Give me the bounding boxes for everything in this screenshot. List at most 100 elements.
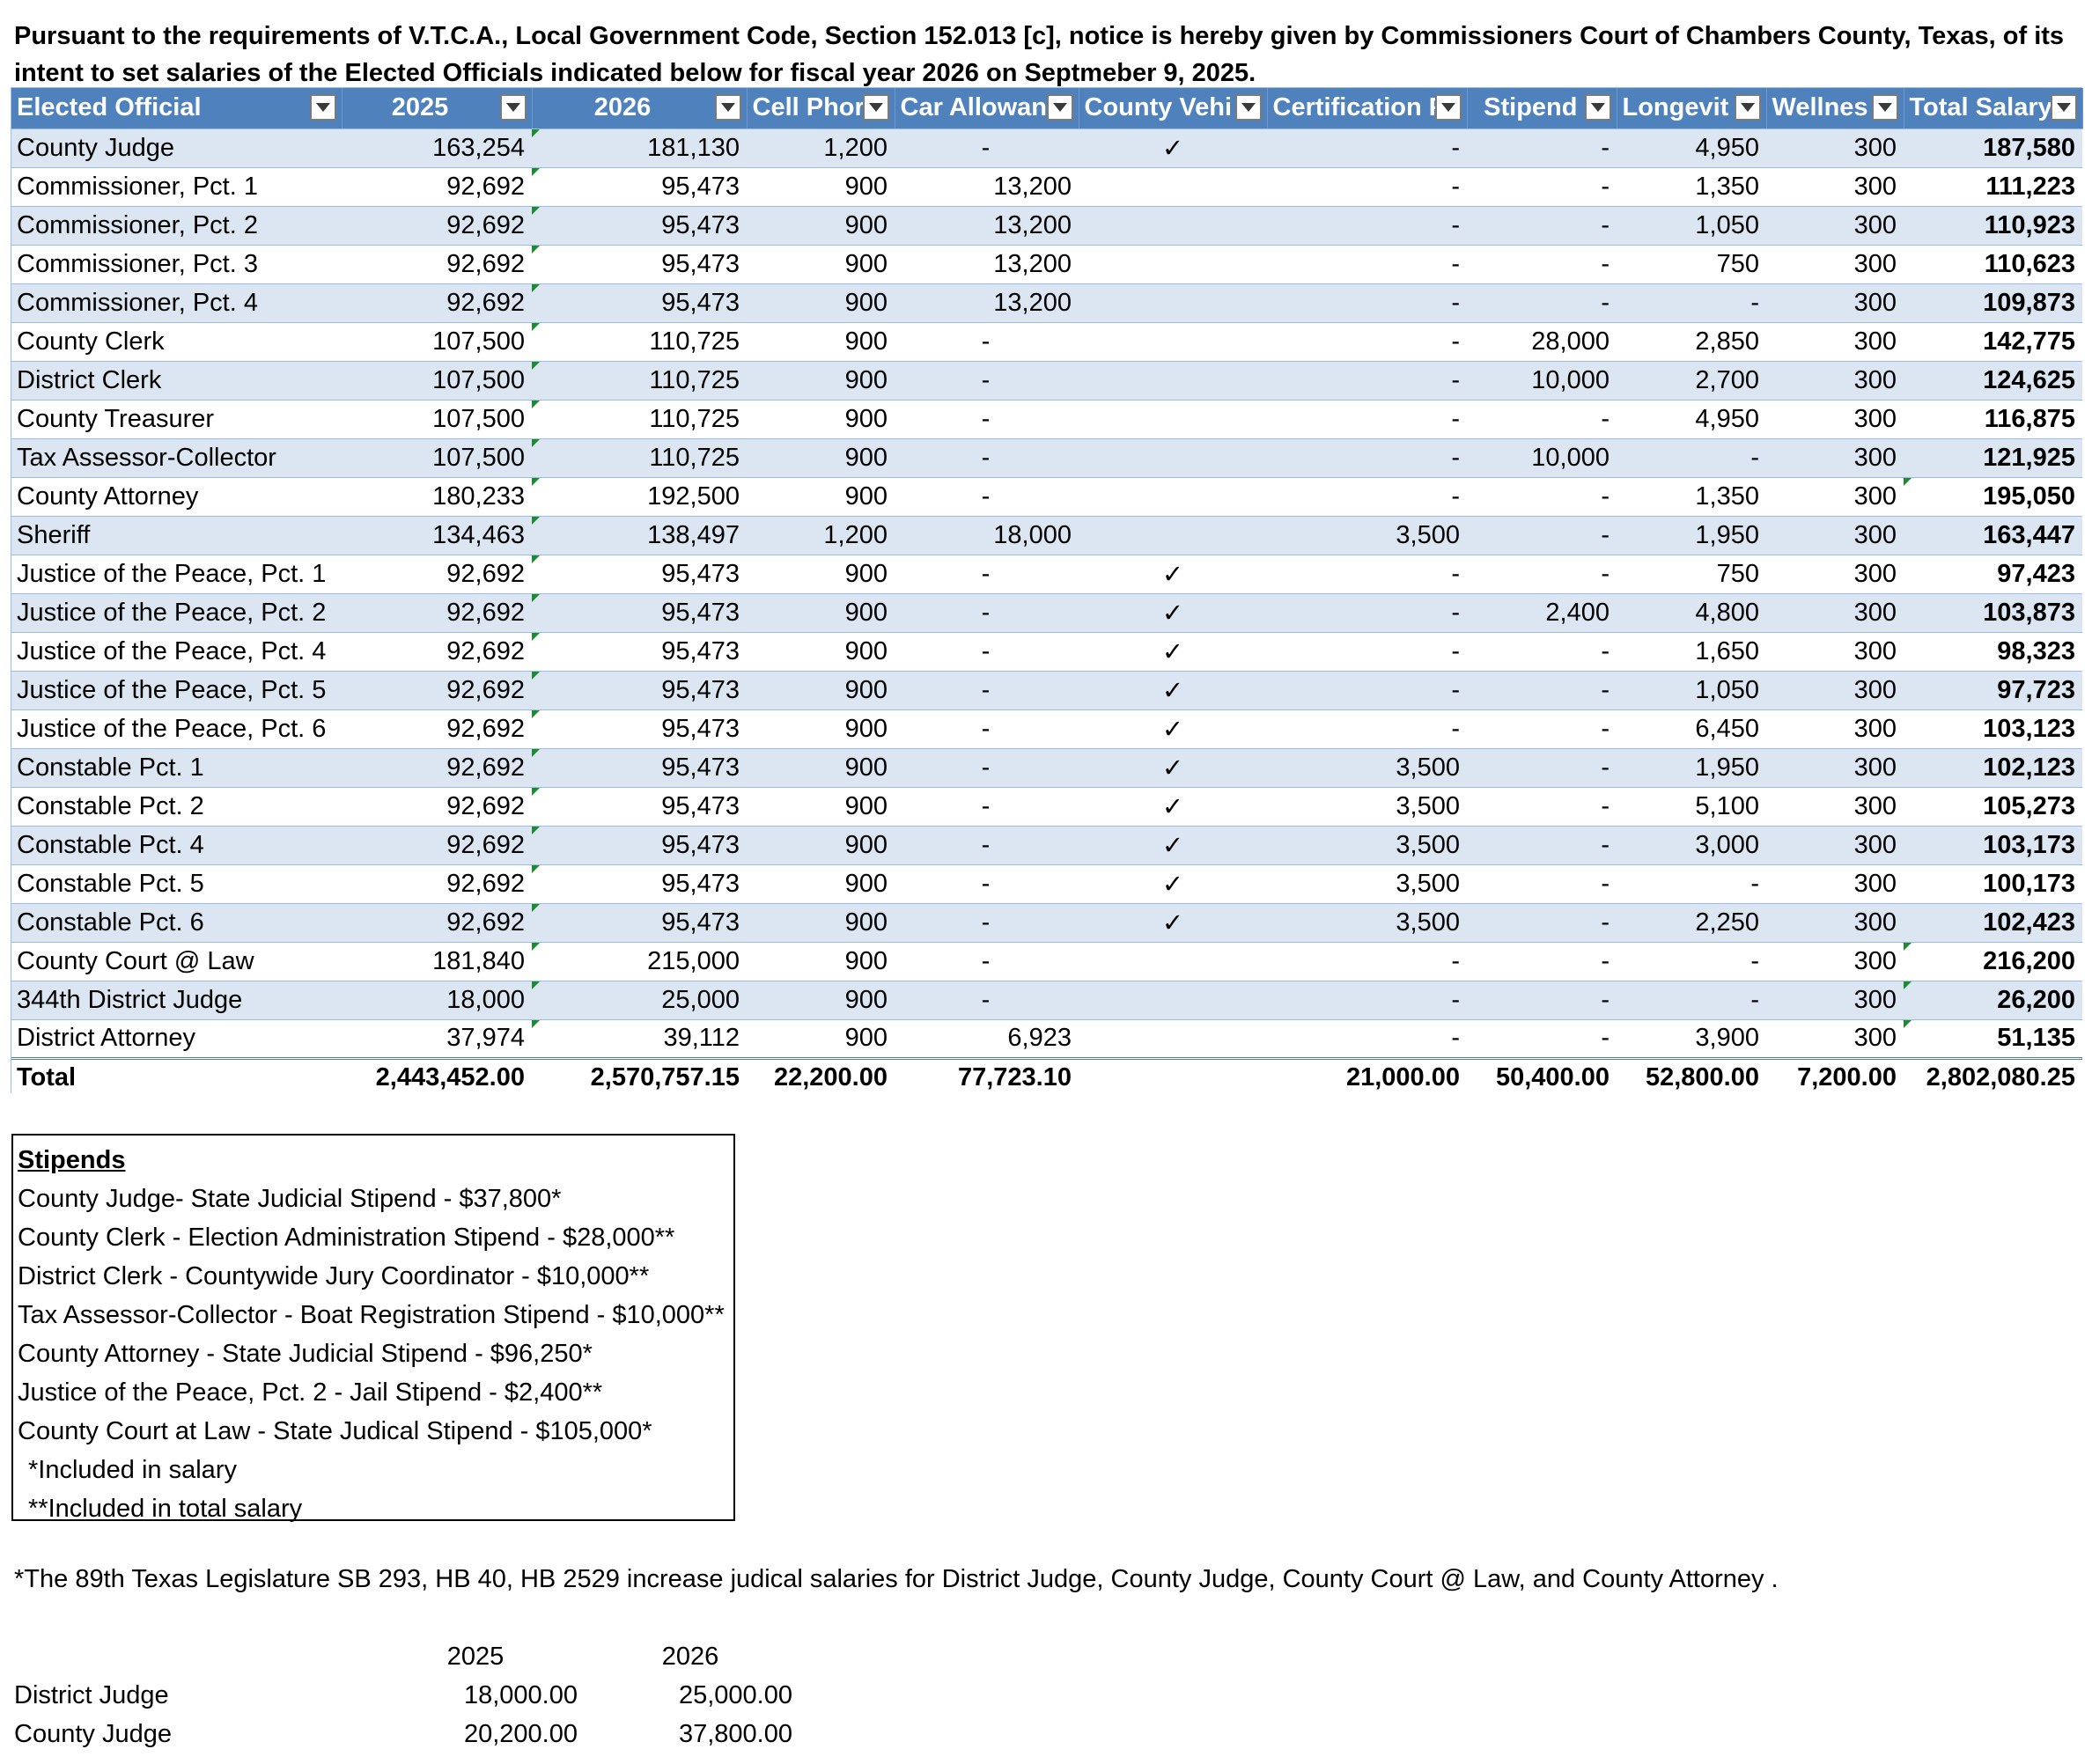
cell-total-salary: 97,723 bbox=[1904, 671, 2082, 710]
table-row: County Clerk 107,500 110,725 900- -28,000 2,8… bbox=[11, 322, 2082, 362]
cell-wellness: 300 bbox=[1766, 787, 1904, 827]
stipends-box: Stipends County Judge- State Judicial St… bbox=[11, 1134, 735, 1523]
cell-certification-pay: - bbox=[1267, 981, 1467, 1020]
header-label: Longevit bbox=[1622, 93, 1729, 122]
cell-cell-phone: 1,200 bbox=[747, 129, 895, 168]
legislature-footnote: *The 89th Texas Legislature SB 293, HB 4… bbox=[14, 1565, 1779, 1593]
table-row: Constable Pct. 5 92,692 95,473 900- ✓ 3,500- -… bbox=[11, 864, 2082, 904]
filter-dropdown-button[interactable] bbox=[2050, 94, 2077, 121]
cell-stipend: - bbox=[1467, 283, 1617, 323]
header-label: Stipend bbox=[1484, 93, 1578, 122]
stipend-item: County Court at Law - State Judical Stip… bbox=[18, 1417, 652, 1445]
cell-certification-pay: - bbox=[1267, 477, 1467, 517]
cell-stipend: - bbox=[1467, 555, 1617, 594]
filter-dropdown-button[interactable] bbox=[1871, 94, 1898, 121]
cell-2025: 107,500 bbox=[342, 438, 532, 478]
cell-stipend: - bbox=[1467, 787, 1617, 827]
cell-stipend: - bbox=[1467, 864, 1617, 904]
cell-total-salary: 51,135 bbox=[1904, 1019, 2082, 1059]
header-wellness: Wellnes bbox=[1766, 88, 1904, 129]
cell-county-vehicle bbox=[1079, 206, 1267, 246]
cell-elected-official: Justice of the Peace, Pct. 6 bbox=[11, 709, 342, 749]
cell-wellness: 300 bbox=[1766, 555, 1904, 594]
header-label: Certification Pa bbox=[1272, 93, 1461, 122]
filter-dropdown-button[interactable] bbox=[1234, 94, 1262, 121]
judicial-value: 20,200.00 bbox=[463, 1719, 578, 1748]
cell-cell-phone: 900 bbox=[747, 942, 895, 981]
cell-certification-pay: - bbox=[1267, 283, 1467, 323]
cell-2026: 95,473 bbox=[532, 671, 747, 710]
cell-wellness: 300 bbox=[1766, 981, 1904, 1020]
dropdown-arrow-icon bbox=[868, 103, 883, 112]
cell-county-vehicle bbox=[1079, 438, 1267, 478]
table-header-row: Elected Official 2025 2026 Cell Phor Car All… bbox=[11, 88, 2083, 129]
cell-county-vehicle bbox=[1079, 981, 1267, 1020]
cell-2026: 110,725 bbox=[532, 322, 747, 362]
cell-total-salary: 103,873 bbox=[1904, 593, 2082, 633]
cell-2026: 25,000 bbox=[532, 981, 747, 1020]
cell-county-vehicle bbox=[1079, 477, 1267, 517]
header-stipend: Stipend bbox=[1467, 88, 1617, 129]
cell-2025: 92,692 bbox=[342, 245, 532, 284]
cell-cell-phone: 900 bbox=[747, 206, 895, 246]
cell-total-salary: 26,200 bbox=[1904, 981, 2082, 1020]
cell-elected-official: Commissioner, Pct. 3 bbox=[11, 245, 342, 284]
header-label: Total Salary bbox=[1909, 93, 2052, 122]
cell-county-vehicle bbox=[1079, 942, 1267, 981]
stipend-item: Justice of the Peace, Pct. 2 - Jail Stip… bbox=[18, 1378, 603, 1407]
cell-county-vehicle bbox=[1079, 516, 1267, 555]
table-row: Commissioner, Pct. 2 92,692 95,473 900 13,20… bbox=[11, 206, 2082, 246]
cell-2025: 92,692 bbox=[342, 555, 532, 594]
cell-elected-official: Constable Pct. 4 bbox=[11, 826, 342, 865]
table-row: County Treasurer 107,500 110,725 900- - -4,95… bbox=[11, 400, 2082, 439]
cell-county-vehicle bbox=[1079, 400, 1267, 439]
cell-wellness: 300 bbox=[1766, 709, 1904, 749]
cell-elected-official: Justice of the Peace, Pct. 2 bbox=[11, 593, 342, 633]
filter-dropdown-button[interactable] bbox=[714, 94, 741, 121]
header-2025: 2025 bbox=[342, 88, 533, 129]
filter-dropdown-button[interactable] bbox=[499, 94, 527, 121]
cell-elected-official: Constable Pct. 1 bbox=[11, 748, 342, 788]
cell-2025: 92,692 bbox=[342, 826, 532, 865]
cell-2025: 107,500 bbox=[342, 361, 532, 401]
cell-stipend: - bbox=[1467, 671, 1617, 710]
cell-stipend: 2,400 bbox=[1467, 593, 1617, 633]
cell-total-salary: 97,423 bbox=[1904, 555, 2082, 594]
cell-total-salary: 124,625 bbox=[1904, 361, 2082, 401]
cell-2026: 39,112 bbox=[532, 1019, 747, 1059]
cell-certification-pay: - bbox=[1267, 206, 1467, 246]
stipend-item: County Judge- State Judicial Stipend - $… bbox=[18, 1185, 562, 1213]
total-elected-official: Total bbox=[11, 1056, 342, 1097]
cell-2026: 95,473 bbox=[532, 864, 747, 904]
cell-2025: 180,233 bbox=[342, 477, 532, 517]
filter-dropdown-button[interactable] bbox=[862, 94, 889, 121]
header-label: 2026 bbox=[593, 93, 652, 122]
filter-dropdown-button[interactable] bbox=[1734, 94, 1761, 121]
cell-wellness: 300 bbox=[1766, 438, 1904, 478]
cell-county-vehicle: ✓ bbox=[1079, 748, 1267, 788]
cell-2026: 110,725 bbox=[532, 438, 747, 478]
cell-cell-phone: 900 bbox=[747, 981, 895, 1020]
filter-dropdown-button[interactable] bbox=[1434, 94, 1462, 121]
cell-cell-phone: 900 bbox=[747, 167, 895, 207]
cell-certification-pay: 3,500 bbox=[1267, 748, 1467, 788]
dropdown-arrow-icon bbox=[1440, 103, 1455, 112]
cell-longevity: 1,050 bbox=[1617, 206, 1766, 246]
cell-wellness: 300 bbox=[1766, 864, 1904, 904]
cell-2026: 95,473 bbox=[532, 748, 747, 788]
filter-dropdown-button[interactable] bbox=[1046, 94, 1073, 121]
cell-elected-official: District Attorney bbox=[11, 1019, 342, 1059]
header-total-salary: Total Salary bbox=[1904, 88, 2083, 129]
cell-cell-phone: 900 bbox=[747, 593, 895, 633]
cell-cell-phone: 900 bbox=[747, 438, 895, 478]
judicial-header-2025: 2025 bbox=[446, 1642, 505, 1671]
cell-2026: 110,725 bbox=[532, 400, 747, 439]
filter-dropdown-button[interactable] bbox=[309, 94, 336, 121]
stipend-note: **Included in total salary bbox=[28, 1495, 303, 1523]
header-car-allowance: Car Allowan bbox=[895, 88, 1079, 129]
filter-dropdown-button[interactable] bbox=[1584, 94, 1611, 121]
cell-2026: 95,473 bbox=[532, 555, 747, 594]
cell-cell-phone: 900 bbox=[747, 245, 895, 284]
cell-county-vehicle bbox=[1079, 167, 1267, 207]
cell-certification-pay: - bbox=[1267, 129, 1467, 168]
